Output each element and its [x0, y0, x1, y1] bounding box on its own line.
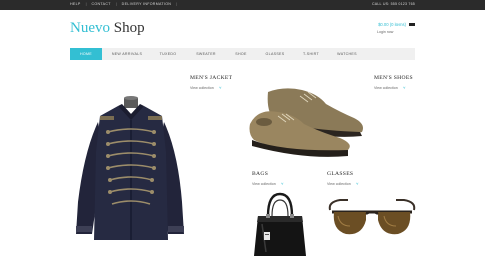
logo-part-nuevo: Nuevo: [70, 20, 110, 36]
view-collection-label: View collection: [327, 181, 351, 186]
logo-part-shop: Shop: [113, 20, 145, 36]
contact-link[interactable]: CONTACT: [92, 2, 111, 6]
login-link[interactable]: Login now: [377, 30, 393, 34]
cart-summary[interactable]: $0.00 (0 items): [378, 22, 415, 27]
phone-number: CALL US: 555 0123 765: [371, 2, 415, 6]
nav-item-shoe[interactable]: SHOE: [230, 48, 252, 60]
product-title-bags[interactable]: BAGS: [252, 171, 268, 177]
bag-image[interactable]: [250, 190, 310, 260]
view-collection-label: View collection: [190, 85, 214, 90]
chevron-down-icon: ∨: [218, 85, 222, 90]
view-collection-link-shoes[interactable]: View collection ∨: [374, 85, 406, 90]
separator: |: [115, 2, 117, 6]
top-links: HELP | CONTACT | DELIVERY INFORMATION |: [70, 2, 182, 6]
help-link[interactable]: HELP: [70, 2, 81, 6]
chevron-down-icon: ∨: [280, 181, 284, 186]
top-bar: HELP | CONTACT | DELIVERY INFORMATION | …: [0, 0, 485, 10]
view-collection-link-bags[interactable]: View collection ∨: [252, 181, 284, 186]
product-title-mens-shoes[interactable]: MEN'S SHOES: [374, 75, 413, 81]
separator: |: [176, 2, 178, 6]
chevron-down-icon: ∨: [402, 85, 406, 90]
chevron-down-icon: ∨: [355, 181, 359, 186]
cart-total: $0.00 (0 items): [378, 22, 406, 27]
product-title-glasses[interactable]: GLASSES: [327, 171, 353, 177]
nav-item-watches[interactable]: WATCHES: [332, 48, 362, 60]
shoes-image[interactable]: [244, 84, 372, 160]
main-nav: HOME NEW ARRIVALS TUXEDO SWEATER SHOE GL…: [70, 48, 415, 60]
nav-item-t-shirt[interactable]: T-SHIRT: [298, 48, 324, 60]
view-collection-label: View collection: [374, 85, 398, 90]
nav-item-new-arrivals[interactable]: NEW ARRIVALS: [106, 48, 148, 60]
cart-icon[interactable]: [409, 23, 415, 26]
glasses-image[interactable]: [326, 196, 418, 246]
view-collection-link-jacket[interactable]: View collection ∨: [190, 85, 222, 90]
view-collection-label: View collection: [252, 181, 276, 186]
delivery-information-link[interactable]: DELIVERY INFORMATION: [122, 2, 172, 6]
nav-item-glasses[interactable]: GLASSES: [262, 48, 288, 60]
separator: |: [85, 2, 87, 6]
view-collection-link-glasses[interactable]: View collection ∨: [327, 181, 359, 186]
site-logo[interactable]: Nuevo Shop: [70, 20, 145, 37]
nav-item-home[interactable]: HOME: [70, 48, 102, 60]
jacket-image[interactable]: [70, 92, 190, 244]
nav-item-sweater[interactable]: SWEATER: [192, 48, 220, 60]
product-title-mens-jacket[interactable]: MEN'S JACKET: [190, 75, 232, 81]
nav-item-tuxedo[interactable]: TUXEDO: [154, 48, 182, 60]
